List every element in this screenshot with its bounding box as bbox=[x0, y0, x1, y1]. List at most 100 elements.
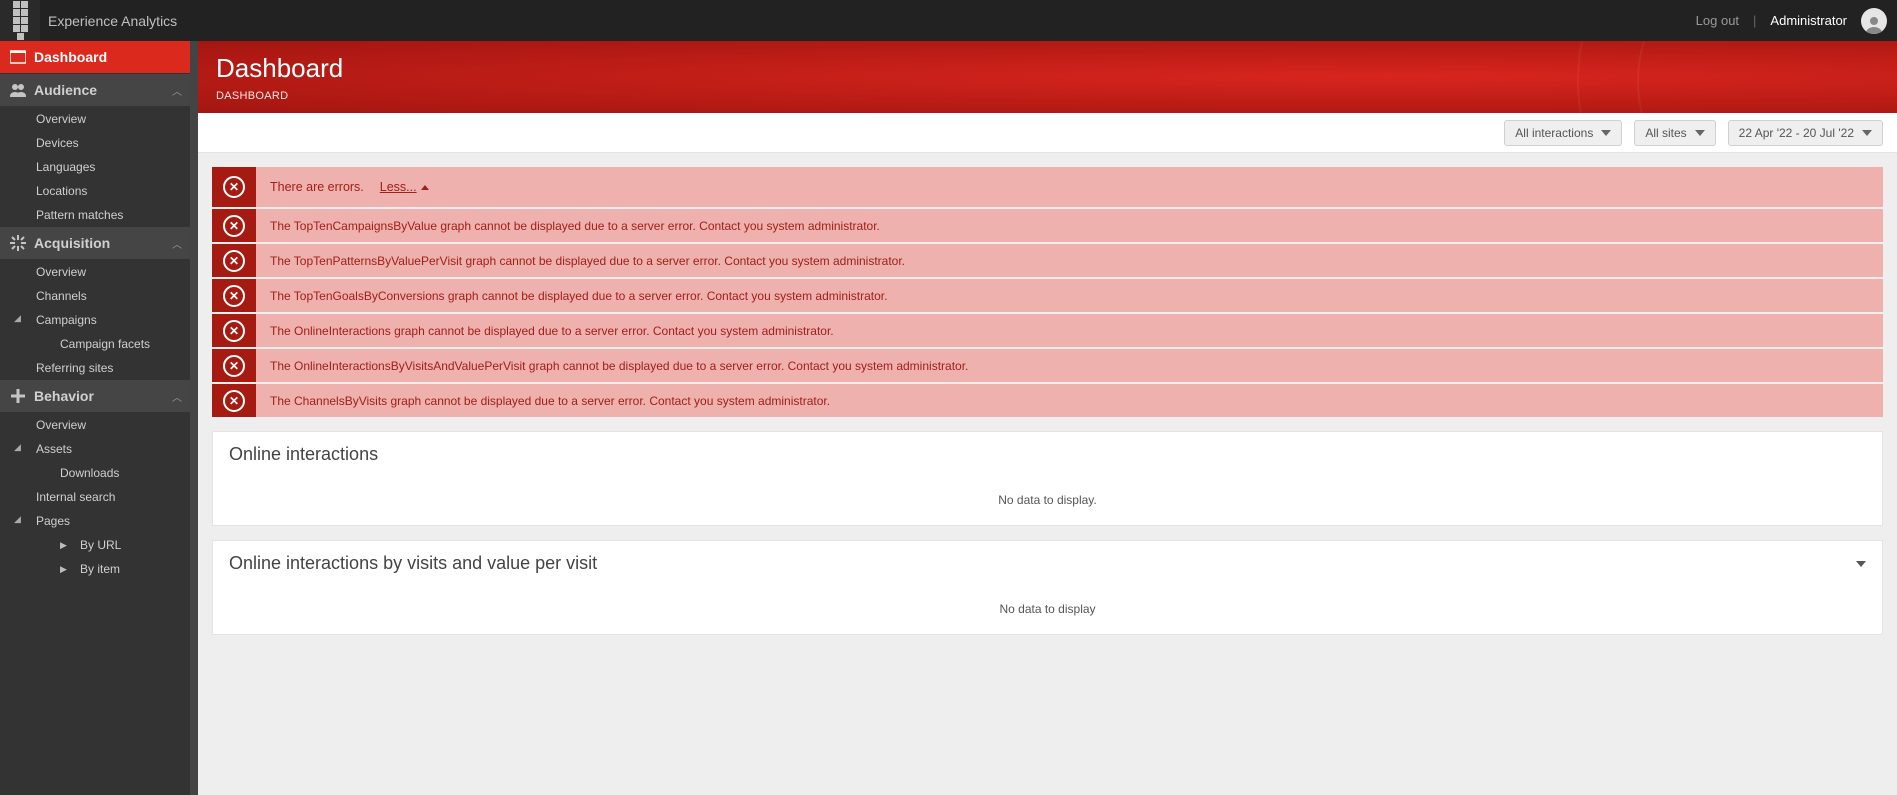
sidebar-item-downloads[interactable]: Downloads bbox=[0, 461, 190, 485]
sidebar-item-campaigns[interactable]: Campaigns bbox=[0, 308, 190, 332]
caret-right-icon: ▶ bbox=[60, 564, 70, 575]
error-row: ✕ The TopTenPatternsByValuePerVisit grap… bbox=[212, 244, 1883, 277]
content-area: Dashboard DASHBOARD All interactions All… bbox=[198, 41, 1897, 795]
triangle-down-icon bbox=[1601, 130, 1611, 136]
error-icon-box: ✕ bbox=[212, 384, 256, 417]
sidebar-item-locations[interactable]: Locations bbox=[0, 179, 190, 203]
error-group: ✕ There are errors. Less... ✕ The TopTen… bbox=[212, 167, 1883, 417]
error-x-icon: ✕ bbox=[223, 285, 245, 307]
main-layout: Dashboard Audience ︿ Overview Devices La… bbox=[0, 41, 1897, 795]
filter-label: All sites bbox=[1645, 126, 1686, 140]
triangle-down-icon bbox=[1695, 130, 1705, 136]
user-name-label[interactable]: Administrator bbox=[1770, 13, 1847, 28]
app-title: Experience Analytics bbox=[48, 13, 177, 29]
avatar-icon[interactable] bbox=[1861, 8, 1887, 34]
sidebar-item-channels[interactable]: Channels bbox=[0, 284, 190, 308]
error-row: ✕ The OnlineInteractions graph cannot be… bbox=[212, 314, 1883, 347]
caret-down-icon: ◢ bbox=[14, 514, 21, 525]
sidebar-item-dashboard[interactable]: Dashboard bbox=[0, 41, 190, 74]
chevron-up-icon: ︿ bbox=[172, 236, 182, 251]
chevron-up-icon: ︿ bbox=[172, 83, 182, 98]
sidebar-item-pages[interactable]: Pages bbox=[0, 509, 190, 533]
error-icon-box: ✕ bbox=[212, 349, 256, 382]
error-x-icon: ✕ bbox=[223, 215, 245, 237]
sidebar-item-internal-search[interactable]: Internal search bbox=[0, 485, 190, 509]
sidebar-item-overview[interactable]: Overview bbox=[0, 413, 190, 437]
sidebar-section-behavior[interactable]: Behavior ︿ bbox=[0, 380, 190, 413]
triangle-down-icon[interactable] bbox=[1856, 561, 1866, 567]
error-row: ✕ The TopTenGoalsByConversions graph can… bbox=[212, 279, 1883, 312]
filter-label: 22 Apr '22 - 20 Jul '22 bbox=[1739, 126, 1854, 140]
sidebar-item-campaign-facets[interactable]: Campaign facets bbox=[0, 332, 190, 356]
breadcrumb[interactable]: DASHBOARD bbox=[216, 90, 1879, 102]
sidebar-scrollbar-track[interactable] bbox=[190, 41, 198, 795]
filter-interactions-dropdown[interactable]: All interactions bbox=[1504, 120, 1622, 146]
logout-link[interactable]: Log out bbox=[1696, 13, 1739, 28]
error-message: The TopTenCampaignsByValue graph cannot … bbox=[256, 209, 1883, 242]
error-toggle-link[interactable]: Less... bbox=[380, 180, 429, 194]
content-inner: ✕ There are errors. Less... ✕ The TopTen… bbox=[198, 153, 1897, 649]
error-message: The TopTenGoalsByConversions graph canno… bbox=[256, 279, 1883, 312]
header-right: Log out | Administrator bbox=[1696, 8, 1887, 34]
filter-bar: All interactions All sites 22 Apr '22 - … bbox=[198, 113, 1897, 153]
panel-empty-text: No data to display bbox=[213, 584, 1882, 634]
panel-header-row: Online interactions by visits and value … bbox=[213, 541, 1882, 584]
error-icon-box: ✕ bbox=[212, 279, 256, 312]
sidebar-item-assets[interactable]: Assets bbox=[0, 437, 190, 461]
sidebar-item-overview[interactable]: Overview bbox=[0, 107, 190, 131]
sidebar-item-languages[interactable]: Languages bbox=[0, 155, 190, 179]
header-left: Experience Analytics bbox=[0, 0, 177, 41]
sidebar-item-by-item[interactable]: ▶By item bbox=[0, 557, 190, 581]
error-summary-text: There are errors. bbox=[270, 180, 364, 194]
error-message: The OnlineInteractions graph cannot be d… bbox=[256, 314, 1883, 347]
filter-label: All interactions bbox=[1515, 126, 1593, 140]
caret-right-icon: ▶ bbox=[60, 540, 70, 551]
error-x-icon: ✕ bbox=[223, 320, 245, 342]
panel-title: Online interactions bbox=[213, 432, 1882, 475]
sidebar-section-label: Acquisition bbox=[34, 235, 172, 251]
error-row: ✕ The OnlineInteractionsByVisitsAndValue… bbox=[212, 349, 1883, 382]
error-x-icon: ✕ bbox=[223, 250, 245, 272]
sidebar-item-by-url[interactable]: ▶By URL bbox=[0, 533, 190, 557]
error-message: The OnlineInteractionsByVisitsAndValuePe… bbox=[256, 349, 1883, 382]
page-header: Dashboard DASHBOARD bbox=[198, 41, 1897, 113]
error-message: The TopTenPatternsByValuePerVisit graph … bbox=[256, 244, 1883, 277]
sidebar-section-label: Audience bbox=[34, 82, 172, 98]
filter-sites-dropdown[interactable]: All sites bbox=[1634, 120, 1715, 146]
filter-date-range-dropdown[interactable]: 22 Apr '22 - 20 Jul '22 bbox=[1728, 120, 1883, 146]
caret-down-icon: ◢ bbox=[14, 442, 21, 453]
sidebar-item-pattern-matches[interactable]: Pattern matches bbox=[0, 203, 190, 227]
triangle-down-icon bbox=[1862, 130, 1872, 136]
app-logo-icon[interactable] bbox=[0, 0, 40, 41]
error-x-icon: ✕ bbox=[223, 390, 245, 412]
sidebar-section-acquisition[interactable]: Acquisition ︿ bbox=[0, 227, 190, 260]
sidebar-item-devices[interactable]: Devices bbox=[0, 131, 190, 155]
chevron-up-icon: ︿ bbox=[172, 389, 182, 404]
sidebar: Dashboard Audience ︿ Overview Devices La… bbox=[0, 41, 190, 795]
acquisition-icon bbox=[6, 235, 30, 251]
sidebar-section-label: Behavior bbox=[34, 388, 172, 404]
sidebar-section-audience[interactable]: Audience ︿ bbox=[0, 74, 190, 107]
error-row: ✕ The TopTenCampaignsByValue graph canno… bbox=[212, 209, 1883, 242]
error-x-icon: ✕ bbox=[223, 176, 245, 198]
panel-empty-text: No data to display. bbox=[213, 475, 1882, 525]
panel-online-interactions: Online interactions No data to display. bbox=[212, 431, 1883, 526]
error-message: The ChannelsByVisits graph cannot be dis… bbox=[256, 384, 1883, 417]
error-row: ✕ The ChannelsByVisits graph cannot be d… bbox=[212, 384, 1883, 417]
sidebar-item-label: Dashboard bbox=[34, 49, 182, 65]
error-icon-box: ✕ bbox=[212, 209, 256, 242]
app-header: Experience Analytics Log out | Administr… bbox=[0, 0, 1897, 41]
triangle-up-icon bbox=[421, 185, 429, 190]
separator: | bbox=[1753, 13, 1756, 28]
error-x-icon: ✕ bbox=[223, 355, 245, 377]
error-icon-box: ✕ bbox=[212, 167, 256, 207]
sidebar-item-overview[interactable]: Overview bbox=[0, 260, 190, 284]
error-summary-body: There are errors. Less... bbox=[256, 167, 1883, 207]
panel-online-interactions-by-visit: Online interactions by visits and value … bbox=[212, 540, 1883, 635]
dashboard-icon bbox=[6, 50, 30, 64]
caret-down-icon: ◢ bbox=[14, 313, 21, 324]
error-icon-box: ✕ bbox=[212, 314, 256, 347]
sidebar-item-referring-sites[interactable]: Referring sites bbox=[0, 356, 190, 380]
error-icon-box: ✕ bbox=[212, 244, 256, 277]
behavior-icon bbox=[6, 388, 30, 404]
